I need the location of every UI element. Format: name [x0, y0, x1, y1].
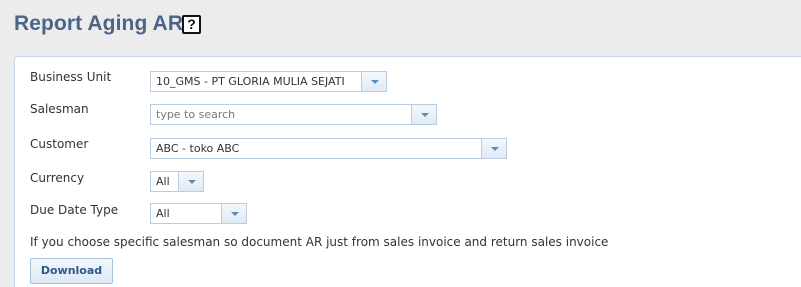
- help-icon[interactable]: ?: [182, 15, 201, 34]
- chevron-down-icon: [491, 147, 499, 151]
- business-unit-label: Business Unit: [30, 70, 112, 84]
- chevron-down-icon: [231, 212, 239, 216]
- business-unit-value: 10_GMS - PT GLORIA MULIA SEJATI: [156, 75, 345, 88]
- due-date-type-value: All: [156, 207, 170, 220]
- page-title: Report Aging AR: [14, 12, 184, 35]
- due-date-type-dropdown-button[interactable]: [221, 204, 246, 223]
- customer-label: Customer: [30, 137, 89, 151]
- due-date-type-select[interactable]: All: [150, 203, 247, 224]
- chevron-down-icon: [371, 80, 379, 84]
- download-button[interactable]: Download: [30, 258, 113, 284]
- customer-select[interactable]: ABC - toko ABC: [150, 138, 507, 159]
- business-unit-dropdown-button[interactable]: [361, 72, 386, 91]
- currency-select[interactable]: All: [150, 171, 204, 192]
- chevron-down-icon: [421, 113, 429, 117]
- currency-value: All: [156, 175, 170, 188]
- due-date-type-label: Due Date Type: [30, 203, 119, 217]
- salesman-info-text: If you choose specific salesman so docum…: [30, 235, 609, 249]
- currency-dropdown-button[interactable]: [178, 172, 203, 191]
- report-form-panel: [14, 56, 801, 287]
- customer-value: ABC - toko ABC: [156, 142, 240, 155]
- page-header: Report Aging AR ?: [0, 0, 801, 55]
- salesman-select[interactable]: type to search: [150, 104, 437, 125]
- currency-label: Currency: [30, 171, 85, 185]
- salesman-label: Salesman: [30, 102, 89, 116]
- salesman-input[interactable]: type to search: [156, 108, 408, 121]
- customer-dropdown-button[interactable]: [481, 139, 506, 158]
- chevron-down-icon: [188, 180, 196, 184]
- salesman-dropdown-button[interactable]: [411, 105, 436, 124]
- business-unit-select[interactable]: 10_GMS - PT GLORIA MULIA SEJATI: [150, 71, 387, 92]
